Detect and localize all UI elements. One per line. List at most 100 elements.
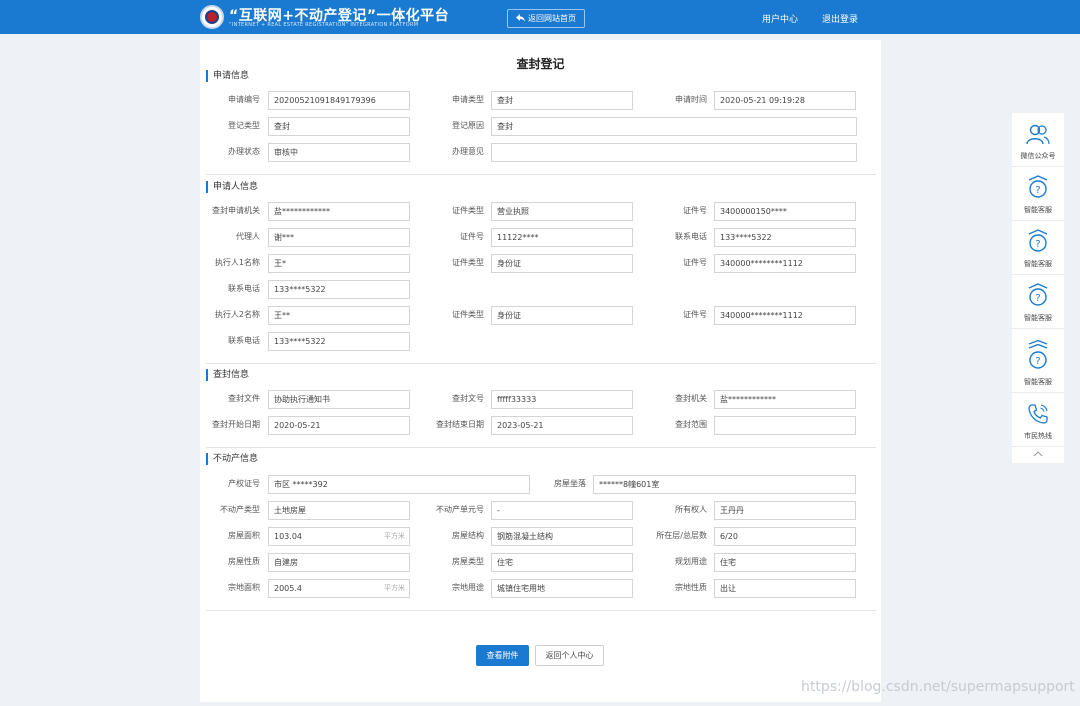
house-nature-field[interactable]: 自建房 [268, 553, 410, 572]
executor1-id-field[interactable]: 340000********1112 [714, 254, 856, 273]
seizure-scope-field[interactable] [714, 416, 856, 435]
divider [206, 363, 876, 364]
reg-type-label: 登记类型 [228, 121, 260, 130]
sidebar-label: 微信公众号 [1020, 152, 1056, 160]
executor2-id-type-field[interactable]: 身份证 [491, 306, 633, 325]
sidebar-item-smart-service[interactable]: ? 智能客服 [1012, 275, 1064, 329]
opinion-field[interactable] [491, 143, 857, 162]
seizure-doc-no-field[interactable]: fffff33333 [491, 390, 633, 409]
house-type-field[interactable]: 住宅 [491, 553, 633, 572]
seizure-org-label: 查封申请机关 [212, 206, 260, 215]
divider [206, 447, 876, 448]
land-nature-label: 宗地性质 [675, 583, 707, 592]
executor1-phone-field[interactable]: 133****5322 [268, 280, 410, 299]
reg-type-field[interactable]: 查封 [268, 117, 410, 136]
land-use-field[interactable]: 城镇住宅用地 [491, 579, 633, 598]
agent-phone-label: 联系电话 [675, 232, 707, 241]
robot-icon: ? [1026, 228, 1050, 256]
seizure-end-label: 查封结束日期 [436, 420, 484, 429]
svg-text:?: ? [1035, 293, 1040, 304]
house-area-field[interactable]: 103.04 平方米 [268, 527, 410, 546]
apply-time-field[interactable]: 2020-05-21 09:19:28 [714, 91, 856, 110]
divider [206, 174, 876, 175]
executor1-phone-label: 联系电话 [228, 284, 260, 293]
apply-type-label: 申请类型 [452, 95, 484, 104]
sidebar-item-smart-service[interactable]: ? 智能客服 [1012, 329, 1064, 393]
executor2-id-field[interactable]: 340000********1112 [714, 306, 856, 325]
seizure-start-label: 查封开始日期 [212, 420, 260, 429]
apply-type-field[interactable]: 查封 [491, 91, 633, 110]
sidebar-item-wechat[interactable]: 微信公众号 [1012, 113, 1064, 167]
executor2-id-label: 证件号 [683, 310, 707, 319]
house-area-label: 房屋面积 [228, 531, 260, 540]
plan-use-label: 规划用途 [675, 557, 707, 566]
house-type-label: 房屋类型 [452, 557, 484, 566]
unit-no-field[interactable]: - [491, 501, 633, 520]
view-attachment-button[interactable]: 查看附件 [476, 645, 529, 666]
agent-phone-field[interactable]: 133****5322 [714, 228, 856, 247]
sidebar-label: 智能客服 [1024, 314, 1052, 322]
location-field[interactable]: ******8幢601室 [593, 475, 856, 494]
land-area-field[interactable]: 2005.4 平方米 [268, 579, 410, 598]
land-area-unit: 平方米 [384, 584, 405, 592]
house-area-value: 103.04 [274, 532, 302, 541]
executor1-label: 执行人1名称 [214, 258, 260, 267]
seizure-end-field[interactable]: 2023-05-21 [491, 416, 633, 435]
executor1-id-type-field[interactable]: 身份证 [491, 254, 633, 273]
agent-field[interactable]: 谢*** [268, 228, 410, 247]
logout-link[interactable]: 退出登录 [822, 12, 858, 25]
executor2-phone-label: 联系电话 [228, 336, 260, 345]
land-nature-field[interactable]: 出让 [714, 579, 856, 598]
floor-field[interactable]: 6/20 [714, 527, 856, 546]
seizure-authority-field[interactable]: 盐************ [714, 390, 856, 409]
executor2-phone-field[interactable]: 133****5322 [268, 332, 410, 351]
unit-no-label: 不动产单元号 [436, 505, 484, 514]
seizure-doc-field[interactable]: 协助执行通知书 [268, 390, 410, 409]
robot-icon: ? [1026, 282, 1050, 310]
seizure-scope-label: 查封范围 [675, 420, 707, 429]
executor1-field[interactable]: 王* [268, 254, 410, 273]
section-property-title: 不动产信息 [206, 453, 258, 465]
seizure-org-field[interactable]: 盐************ [268, 202, 410, 221]
user-center-link[interactable]: 用户中心 [762, 12, 798, 25]
seizure-doc-label: 查封文件 [228, 394, 260, 403]
cert-no-field[interactable]: 市区 *****392 [268, 475, 530, 494]
sidebar-item-smart-service[interactable]: ? 智能客服 [1012, 167, 1064, 221]
sidebar-item-smart-service[interactable]: ? 智能客服 [1012, 221, 1064, 275]
land-use-label: 宗地用途 [452, 583, 484, 592]
id-no-field[interactable]: 3400000150**** [714, 202, 856, 221]
sidebar-label: 智能客服 [1024, 378, 1052, 386]
structure-field[interactable]: 钢筋混凝土结构 [491, 527, 633, 546]
sidebar-item-hotline[interactable]: 市民热线 [1012, 393, 1064, 447]
section-application-title: 申请信息 [206, 70, 249, 82]
executor1-id-type-label: 证件类型 [452, 258, 484, 267]
return-home-button[interactable]: 返回网站首页 [507, 9, 585, 28]
id-no-label: 证件号 [683, 206, 707, 215]
section-applicant-title: 申请人信息 [206, 181, 258, 193]
owner-label: 所有权人 [675, 505, 707, 514]
status-field[interactable]: 审核中 [268, 143, 410, 162]
reg-reason-label: 登记原因 [452, 121, 484, 130]
robot-icon: ? [1026, 174, 1050, 202]
platform-subtitle: “INTERNET + REAL ESTATE REGISTRATION” IN… [229, 22, 419, 28]
seizure-start-field[interactable]: 2020-05-21 [268, 416, 410, 435]
sidebar-label: 市民热线 [1024, 432, 1052, 440]
property-type-field[interactable]: 土地房屋 [268, 501, 410, 520]
owner-field[interactable]: 王丹丹 [714, 501, 856, 520]
back-to-top-button[interactable] [1012, 447, 1064, 463]
phone-icon [1026, 402, 1050, 428]
apply-no-field[interactable]: 20200521091849179396 [268, 91, 410, 110]
users-icon [1025, 124, 1051, 148]
agent-id-field[interactable]: 11122**** [491, 228, 633, 247]
right-sidebar: 微信公众号 ? 智能客服 ? 智能客服 ? 智能客服 ? 智能客服 市民热线 [1012, 113, 1064, 463]
status-label: 办理状态 [228, 147, 260, 156]
plan-use-field[interactable]: 住宅 [714, 553, 856, 572]
section-seizure-title: 查封信息 [206, 369, 249, 381]
reg-reason-field[interactable]: 查封 [491, 117, 857, 136]
id-type-field[interactable]: 营业执照 [491, 202, 633, 221]
back-to-personal-center-button[interactable]: 返回个人中心 [535, 645, 604, 666]
cert-no-label: 产权证号 [228, 479, 260, 488]
executor2-field[interactable]: 王** [268, 306, 410, 325]
svg-text:?: ? [1035, 356, 1040, 367]
page-title: 查封登记 [516, 57, 565, 71]
